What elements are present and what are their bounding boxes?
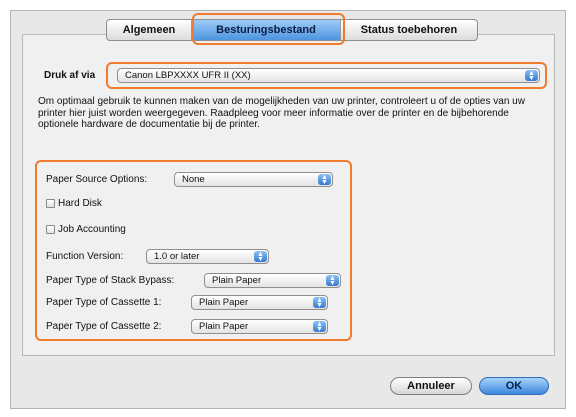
cassette2-select[interactable]: Plain Paper ▲ ▼ <box>191 319 328 334</box>
tab-besturingsbestand[interactable]: Besturingsbestand <box>192 20 341 40</box>
hard-disk-label: Hard Disk <box>58 198 102 209</box>
hard-disk-checkbox[interactable] <box>46 199 55 208</box>
tab-status-toebehoren[interactable]: Status toebehoren <box>341 20 477 40</box>
stack-bypass-select[interactable]: Plain Paper ▲ ▼ <box>204 273 341 288</box>
updown-arrows-icon: ▲ ▼ <box>525 70 538 82</box>
cancel-button[interactable]: Annuleer <box>390 377 472 395</box>
paper-source-value: None <box>182 174 205 185</box>
updown-arrows-icon: ▲ ▼ <box>326 275 339 287</box>
print-via-value: Canon LBPXXXX UFR II (XX) <box>125 70 251 81</box>
updown-arrows-icon: ▲ ▼ <box>313 321 326 333</box>
tab-bar: Algemeen Besturingsbestand Status toebeh… <box>106 19 478 41</box>
job-accounting-option: Job Accounting <box>46 224 126 235</box>
cassette2-value: Plain Paper <box>199 321 249 332</box>
ok-button[interactable]: OK <box>479 377 549 395</box>
function-version-value: 1.0 or later <box>154 251 200 262</box>
hard-disk-option: Hard Disk <box>46 198 102 209</box>
function-version-label: Function Version: <box>46 251 124 262</box>
tab-algemeen[interactable]: Algemeen <box>107 20 192 40</box>
print-via-label: Druk af via <box>44 70 96 81</box>
cassette1-label: Paper Type of Cassette 1: <box>46 297 162 308</box>
cassette2-label: Paper Type of Cassette 2: <box>46 321 162 332</box>
print-via-select[interactable]: Canon LBPXXXX UFR II (XX) ▲ ▼ <box>117 68 540 83</box>
paper-source-select[interactable]: None ▲ ▼ <box>174 172 333 187</box>
cassette1-value: Plain Paper <box>199 297 249 308</box>
job-accounting-label: Job Accounting <box>58 224 126 235</box>
updown-arrows-icon: ▲ ▼ <box>313 297 326 309</box>
function-version-select[interactable]: 1.0 or later ▲ ▼ <box>146 249 269 264</box>
updown-arrows-icon: ▲ ▼ <box>318 174 331 186</box>
stack-bypass-value: Plain Paper <box>212 275 262 286</box>
paper-source-label: Paper Source Options: <box>46 174 148 185</box>
cassette1-select[interactable]: Plain Paper ▲ ▼ <box>191 295 328 310</box>
description-text: Om optimaal gebruik te kunnen maken van … <box>38 96 525 130</box>
job-accounting-checkbox[interactable] <box>46 225 55 234</box>
updown-arrows-icon: ▲ ▼ <box>254 251 267 263</box>
stack-bypass-label: Paper Type of Stack Bypass: <box>46 275 175 286</box>
